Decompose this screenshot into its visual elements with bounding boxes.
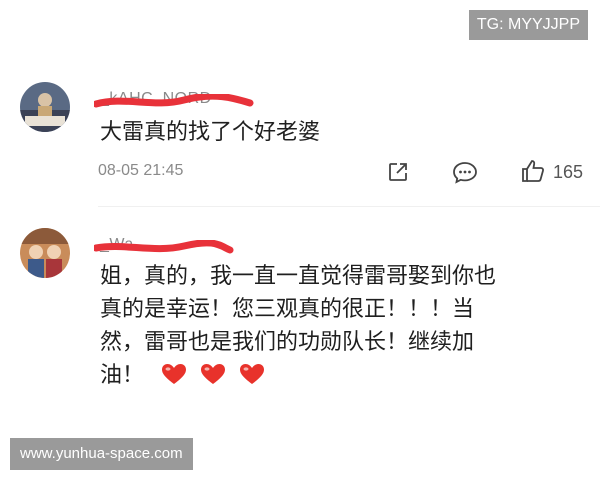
redaction-scribble: [94, 240, 234, 254]
heart-icon: [162, 364, 187, 384]
heart-icon: [240, 364, 265, 384]
redaction-scribble: [94, 94, 254, 108]
comment-text-line: 然，雷哥也是我们的功勋队长！继续加: [100, 330, 475, 355]
avatar[interactable]: [20, 82, 70, 132]
comment-text-line: 油！: [100, 359, 580, 395]
like-count: 165: [553, 162, 584, 182]
like-icon[interactable]: [520, 158, 546, 184]
watermark-top-right: TG: MYYJJPP: [468, 10, 588, 40]
share-icon[interactable]: [386, 160, 410, 184]
comment-meta: 08-05 21:45 165: [98, 160, 588, 186]
heart-icon: [201, 364, 226, 384]
comment-icon[interactable]: [452, 160, 478, 184]
comment-text-line: 姐，真的，我一直一直觉得雷哥娶到你也: [100, 264, 497, 289]
comment-text: 大雷真的找了个好老婆: [100, 120, 321, 145]
divider: [98, 206, 600, 207]
emoji-group: [161, 362, 271, 395]
avatar[interactable]: [20, 228, 70, 278]
timestamp: 08-05 21:45: [98, 162, 184, 179]
username[interactable]: _Wa: [94, 236, 234, 258]
comment-text-line-text: 油！: [100, 363, 145, 388]
comment-text: 姐，真的，我一直一直觉得雷哥娶到你也 真的是幸运！您三观真的很正！！！当 然，雷…: [100, 260, 580, 395]
username[interactable]: _kAHC_NORD: [94, 90, 254, 112]
watermark-bottom-left: www.yunhua-space.com: [10, 438, 193, 470]
comment-text-line: 真的是幸运！您三观真的很正！！！当: [100, 297, 475, 322]
